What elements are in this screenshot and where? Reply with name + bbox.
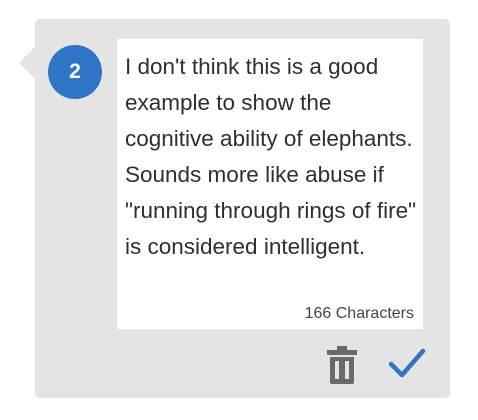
comment-editor: 2 I don't think this is a good example t… [0,0,478,420]
comment-number: 2 [69,60,81,83]
trash-icon [327,346,357,384]
checkmark-icon [388,348,426,378]
confirm-button[interactable] [388,347,426,381]
comment-textarea[interactable]: I don't think this is a good example to … [117,39,423,329]
character-count: 166 Characters [304,305,414,322]
delete-button[interactable] [326,346,358,384]
comment-text[interactable]: I don't think this is a good example to … [125,49,421,265]
comment-number-badge: 2 [48,45,102,99]
callout-pointer [19,47,35,79]
